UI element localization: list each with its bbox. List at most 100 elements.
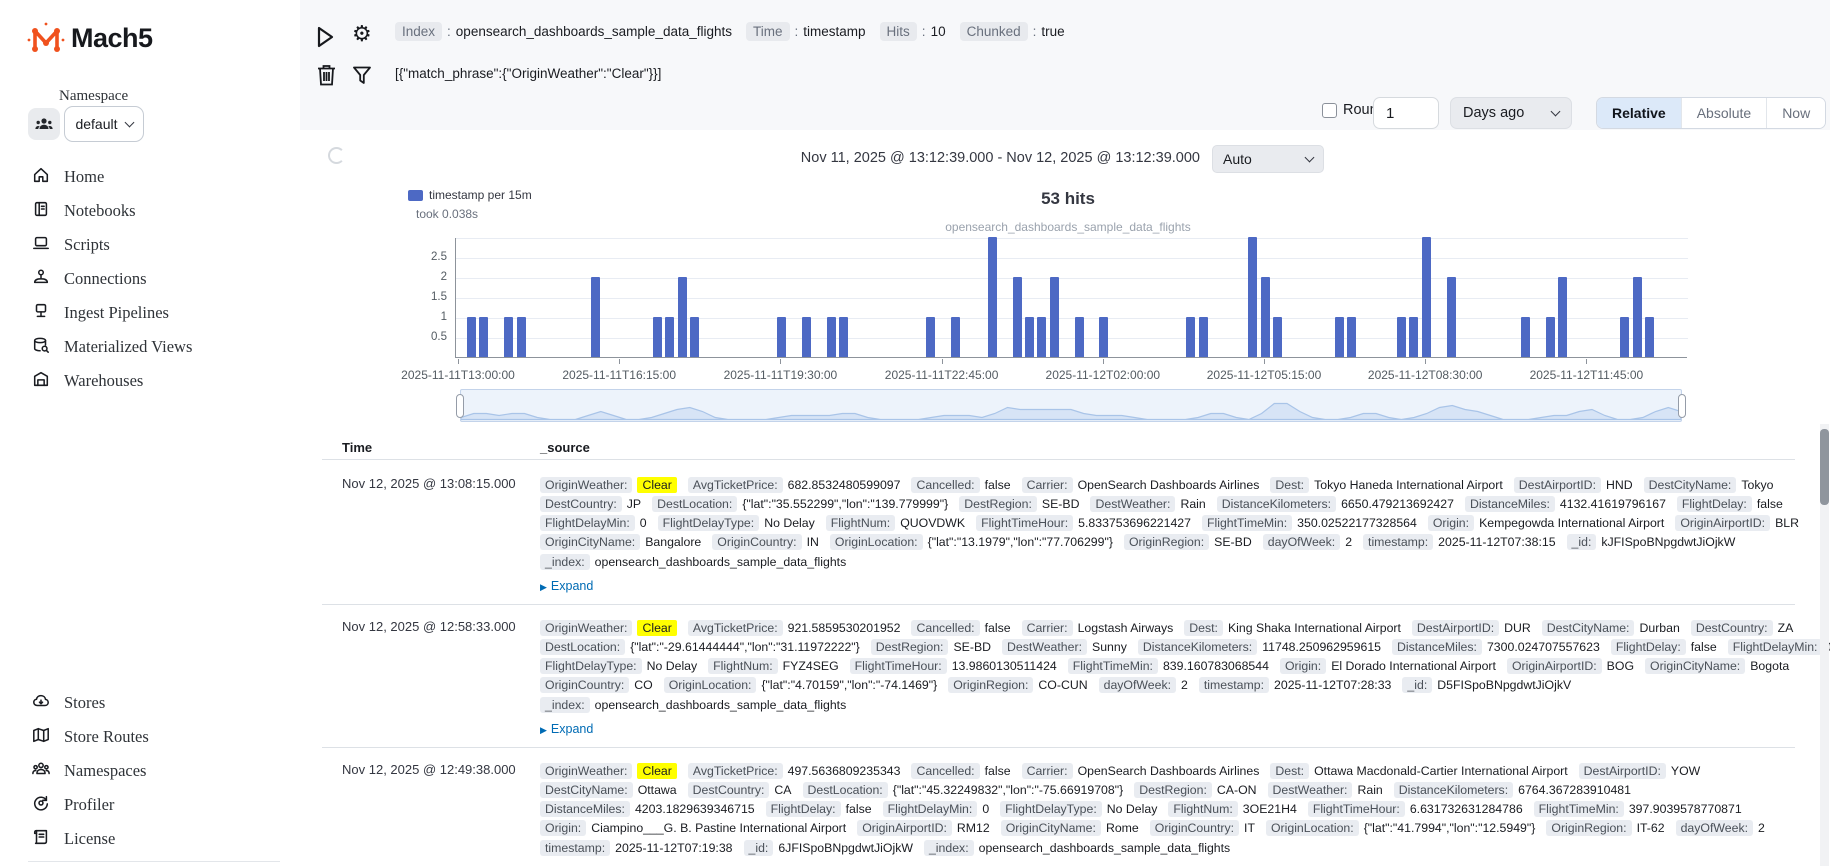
histogram-bar[interactable]: [1620, 317, 1629, 357]
field-value: HND: [1606, 478, 1633, 492]
app-root: Mach5 Namespace default Home Notebooks S…: [0, 0, 1830, 866]
settings-gear-icon[interactable]: ⚙: [352, 21, 372, 47]
histogram-bar[interactable]: [467, 317, 476, 357]
sidebar-item-warehouses[interactable]: Warehouses: [0, 364, 300, 398]
field-value: 5.833753696221427: [1078, 516, 1191, 530]
navigator-left-handle[interactable]: [456, 394, 464, 418]
histogram-bar[interactable]: [1422, 237, 1431, 357]
round-checkbox[interactable]: [1322, 103, 1337, 118]
histogram-bar[interactable]: [479, 317, 488, 357]
field-key: timestamp:: [1199, 677, 1269, 693]
field-key: OriginWeather:: [540, 477, 632, 493]
expand-row-button[interactable]: ▶Expand: [540, 579, 593, 593]
field-key: OriginCountry:: [1150, 820, 1239, 836]
field-key: OriginAirportID:: [1507, 658, 1602, 674]
histogram-bar[interactable]: [1546, 317, 1555, 357]
histogram-bar[interactable]: [827, 317, 836, 357]
sidebar-item-stores[interactable]: Stores: [0, 686, 300, 720]
sidebar-item-ingest-pipelines[interactable]: Ingest Pipelines: [0, 296, 300, 330]
histogram-bar[interactable]: [1633, 277, 1642, 357]
field-key: DestRegion:: [1134, 782, 1212, 798]
histogram-bar[interactable]: [951, 317, 960, 357]
source-line: DestCountry:JPDestLocation:{"lat":"35.55…: [540, 495, 1794, 512]
mode-now-button[interactable]: Now: [1766, 98, 1825, 128]
sidebar-item-notebooks[interactable]: Notebooks: [0, 194, 300, 228]
x-axis-tick-label: 2025-11-11T19:30:00: [695, 368, 865, 382]
field-key: FlightDelayType:: [658, 515, 760, 531]
column-header-time[interactable]: Time: [342, 440, 372, 455]
sidebar-item-scripts[interactable]: Scripts: [0, 228, 300, 262]
histogram-bar[interactable]: [1273, 317, 1282, 357]
histogram-bar[interactable]: [591, 277, 600, 357]
field-key: _id:: [1567, 534, 1597, 550]
mode-relative-button[interactable]: Relative: [1597, 98, 1681, 128]
histogram-bar[interactable]: [802, 317, 811, 357]
histogram-bar[interactable]: [1521, 317, 1530, 357]
histogram-bar[interactable]: [1037, 317, 1046, 357]
histogram-bar[interactable]: [1397, 317, 1406, 357]
histogram-bar[interactable]: [1261, 277, 1270, 357]
scrollbar-thumb[interactable]: [1820, 429, 1829, 505]
source-line: OriginWeather:ClearAvgTicketPrice:921.58…: [540, 619, 1804, 636]
time-navigator[interactable]: [460, 389, 1682, 422]
histogram-bar[interactable]: [1409, 317, 1418, 357]
histogram-bar[interactable]: [678, 277, 687, 357]
x-axis-tick: [1103, 359, 1104, 364]
sidebar-item-profiler[interactable]: Profiler: [0, 788, 300, 822]
field-value: Bogota: [1750, 659, 1789, 673]
time-amount-input[interactable]: [1373, 97, 1439, 129]
chart-legend[interactable]: timestamp per 15m: [408, 188, 532, 202]
sidebar-item-materialized-views[interactable]: Materialized Views: [0, 330, 300, 364]
field-value: {"lat":"41.7994","lon":"12.5949"}: [1364, 821, 1536, 835]
histogram-bar[interactable]: [517, 317, 526, 357]
histogram-bar[interactable]: [653, 317, 662, 357]
histogram-bar[interactable]: [1347, 317, 1356, 357]
histogram-bar[interactable]: [988, 237, 997, 357]
histogram-bar[interactable]: [1186, 317, 1195, 357]
sidebar-item-connections[interactable]: Connections: [0, 262, 300, 296]
materialized-views-icon: [32, 336, 50, 359]
histogram-bar[interactable]: [1099, 317, 1108, 357]
sidebar-item-namespaces[interactable]: Namespaces: [0, 754, 300, 788]
column-header-source[interactable]: _source: [540, 440, 590, 455]
histogram-bar[interactable]: [504, 317, 513, 357]
histogram-bar[interactable]: [839, 317, 848, 357]
field-key: DistanceMiles:: [540, 801, 630, 817]
histogram-bar[interactable]: [1248, 237, 1257, 357]
field-key: DestLocation:: [652, 496, 737, 512]
interval-select[interactable]: Auto: [1212, 145, 1324, 173]
histogram-bar[interactable]: [690, 317, 699, 357]
time-unit-select[interactable]: Days ago: [1450, 97, 1572, 129]
field-value: Sunny: [1092, 640, 1127, 654]
namespace-select[interactable]: default: [64, 106, 144, 142]
field-key: _id:: [744, 840, 774, 856]
sidebar-item-label: Home: [64, 167, 104, 187]
histogram-bar[interactable]: [1050, 277, 1059, 357]
filter-expression[interactable]: [{"match_phrase":{"OriginWeather":"Clear…: [395, 66, 661, 81]
delete-filter-button[interactable]: [317, 64, 336, 89]
histogram-bar[interactable]: [1335, 317, 1344, 357]
x-axis-tick-label: 2025-11-11T13:00:00: [373, 368, 543, 382]
navigator-right-handle[interactable]: [1678, 394, 1686, 418]
histogram-bar[interactable]: [926, 317, 935, 357]
field-key: DestWeather:: [1268, 782, 1353, 798]
sidebar-item-store-routes[interactable]: Store Routes: [0, 720, 300, 754]
histogram-bar[interactable]: [1447, 277, 1456, 357]
histogram-bar[interactable]: [1025, 317, 1034, 357]
mode-absolute-button[interactable]: Absolute: [1681, 98, 1766, 128]
histogram-bar[interactable]: [1558, 277, 1567, 357]
histogram-bar[interactable]: [665, 317, 674, 357]
histogram-bar[interactable]: [1645, 317, 1654, 357]
field-key: Dest:: [1184, 620, 1223, 636]
sidebar-item-home[interactable]: Home: [0, 160, 300, 194]
run-query-button[interactable]: [315, 25, 335, 52]
histogram-bar[interactable]: [1199, 317, 1208, 357]
expand-row-button[interactable]: ▶Expand: [540, 722, 593, 736]
field-value: DUR: [1504, 621, 1531, 635]
field-value: 13.9860130511424: [952, 659, 1057, 673]
histogram-bar[interactable]: [777, 317, 786, 357]
histogram-bar[interactable]: [1013, 277, 1022, 357]
sidebar-item-license[interactable]: License: [0, 822, 300, 856]
histogram-plot[interactable]: [455, 238, 1687, 358]
histogram-bar[interactable]: [1075, 317, 1084, 357]
